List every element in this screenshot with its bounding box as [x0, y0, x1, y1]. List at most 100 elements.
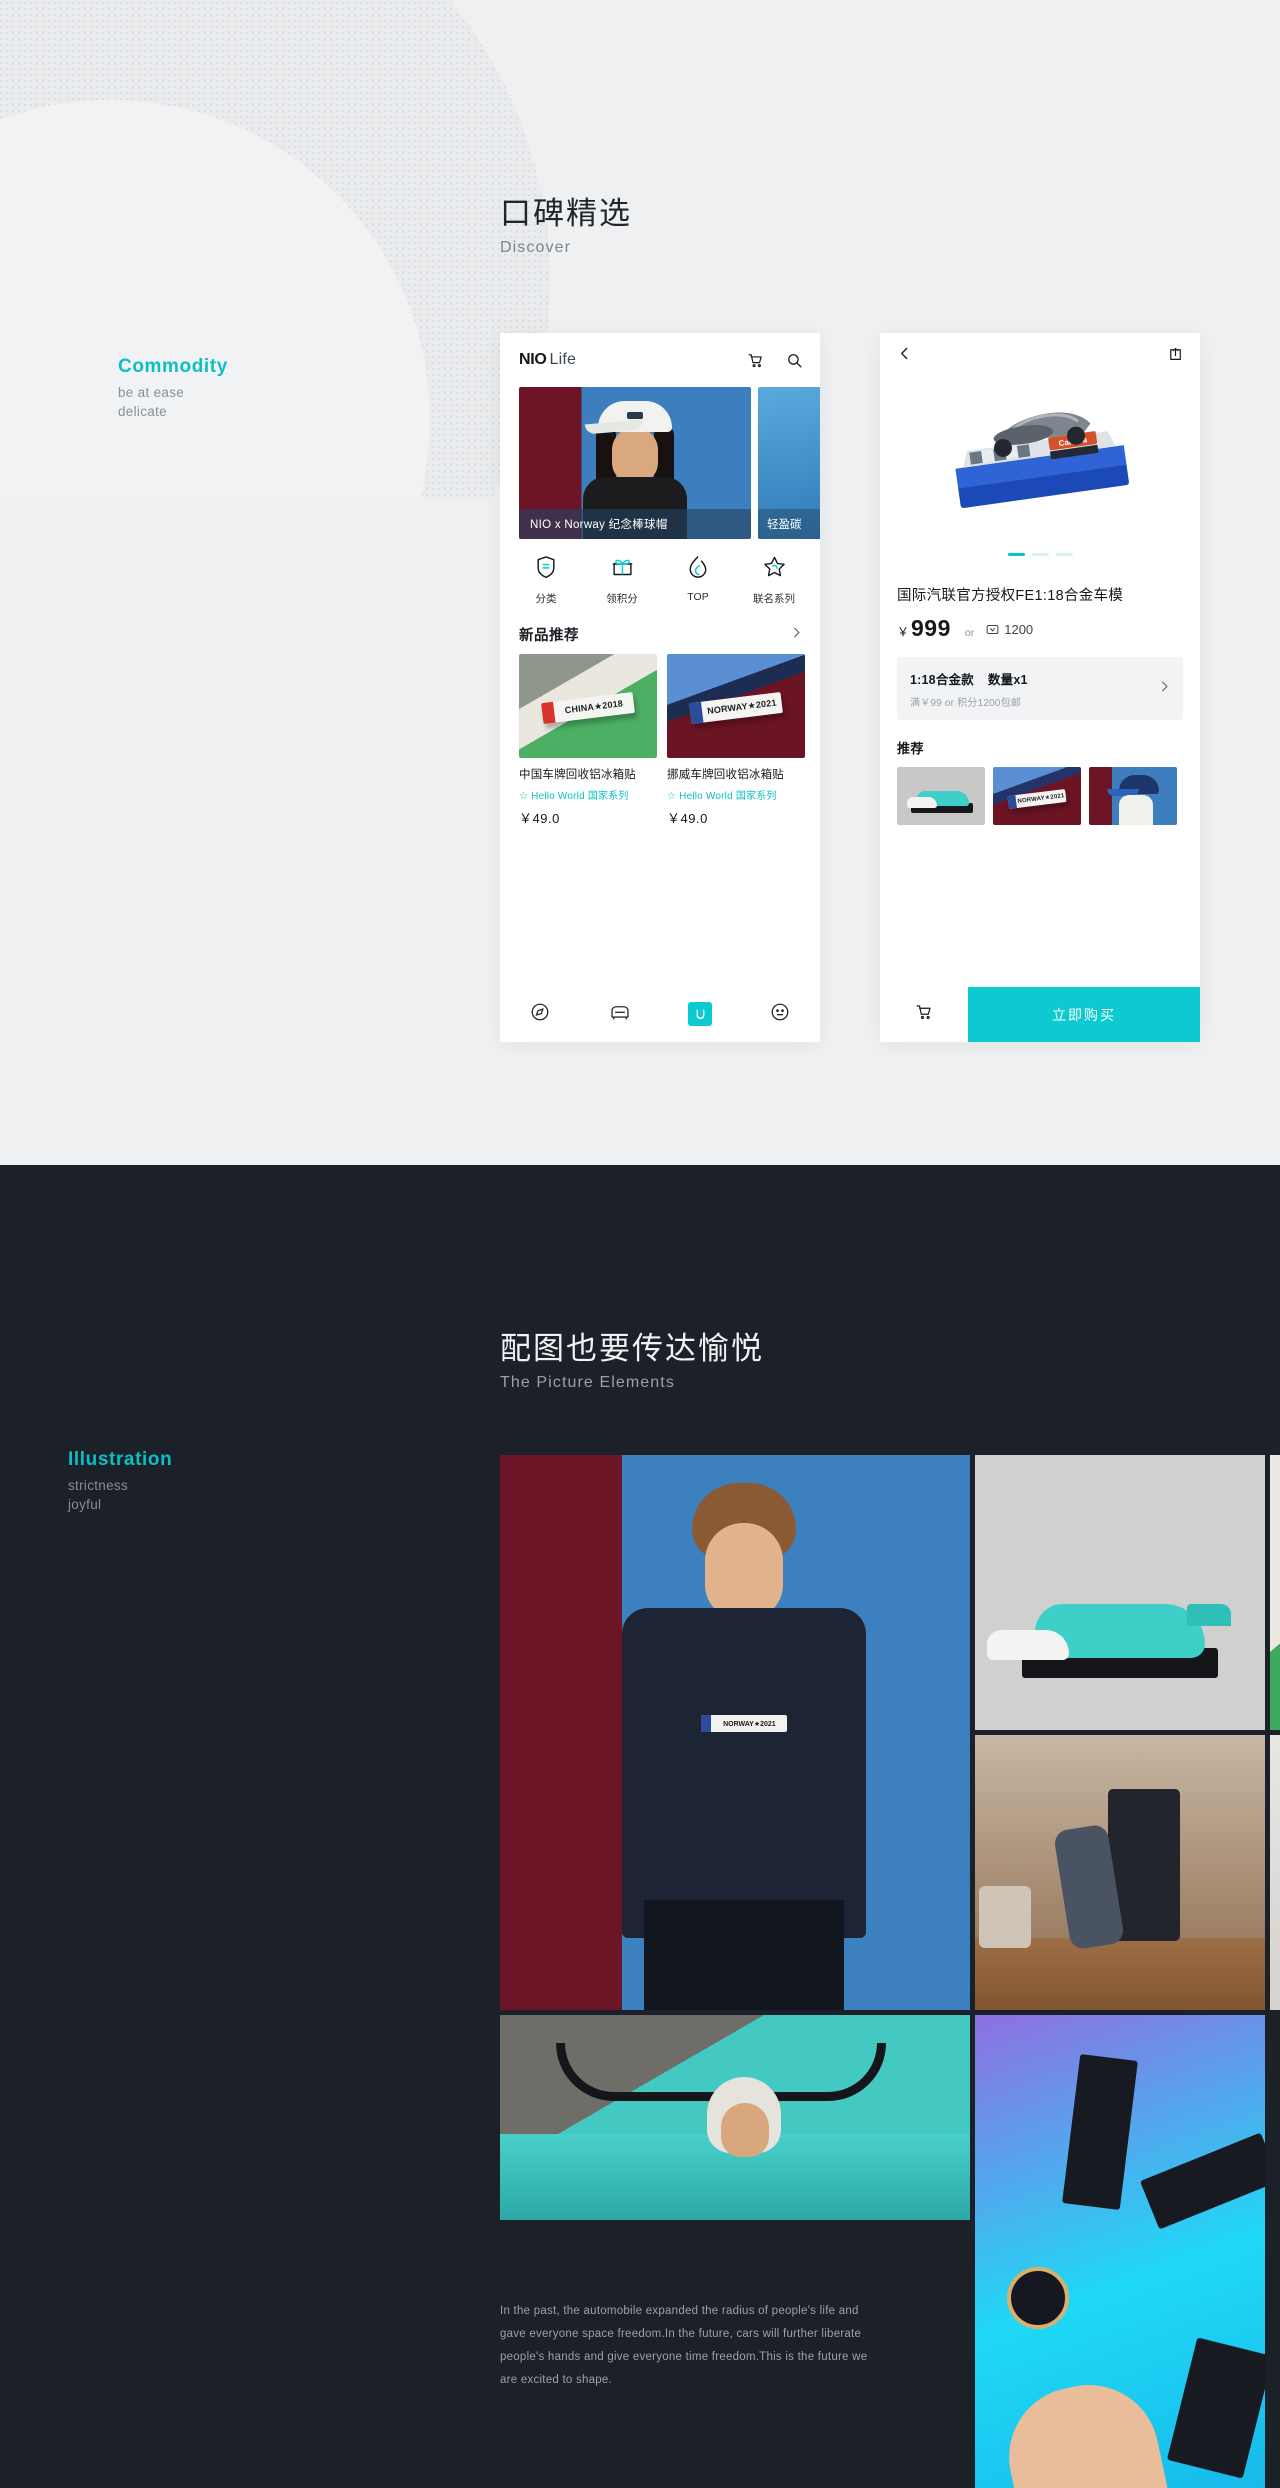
product-hero-image[interactable]: Carrera — [880, 379, 1200, 547]
product-card[interactable]: NORWAY★2021 挪威车牌回收铝冰箱贴 ☆ Hello World 国家系… — [667, 654, 805, 827]
commodity-label-title: Commodity — [118, 356, 228, 377]
cart-icon — [915, 1003, 933, 1026]
commodity-heading-en: Discover — [500, 239, 572, 257]
points-icon — [986, 624, 999, 635]
product-price: ￥49.0 — [519, 811, 560, 826]
flame-icon — [688, 555, 708, 584]
gallery-image-interior[interactable] — [1270, 1735, 1280, 2010]
banner-caption-2: 轻盈碳 — [758, 509, 820, 539]
recommend-item-diecast[interactable] — [897, 767, 985, 825]
new-arrivals-header: 新品推荐 — [500, 618, 820, 654]
category-label-points: 领积分 — [606, 593, 638, 605]
category-label-classify: 分类 — [535, 593, 557, 605]
product-title: 国际汽联官方授权FE1:18合金车模 — [897, 588, 1124, 604]
product-name: 中国车牌回收铝冰箱贴 — [519, 769, 636, 781]
price-or-label: or — [964, 627, 975, 639]
sku-qty: 数量x1 — [987, 673, 1028, 687]
carousel-indicator[interactable] — [880, 547, 1200, 556]
commodity-section: Commodity be at ease delicate 口碑精选 Disco… — [0, 0, 1280, 1165]
carousel-dot[interactable] — [1055, 553, 1073, 556]
car-icon — [609, 1002, 631, 1027]
banner-slide-1[interactable]: NIO x Norway 纪念棒球帽 — [519, 387, 751, 539]
illustration-side-label: Illustration strictness joyful — [68, 1448, 172, 1515]
profile-icon — [770, 1002, 790, 1027]
illustration-label-sub1: strictness — [68, 1477, 129, 1493]
chevron-left-icon[interactable] — [897, 346, 912, 366]
sku-spec: 1:18合金款 — [910, 673, 974, 687]
gallery-image-model[interactable]: NORWAY★2021 — [500, 1455, 970, 2010]
gift-icon — [611, 555, 634, 584]
product-price: ￥49.0 — [667, 811, 708, 826]
plate-text: CHINA★2018 — [564, 698, 624, 716]
recommend-list: NORWAY★2021 — [880, 757, 1200, 825]
tab-profile[interactable] — [740, 1002, 820, 1027]
category-item-collab[interactable]: 联名系列 — [736, 555, 812, 606]
new-arrivals-title: 新品推荐 — [519, 628, 579, 644]
sku-selector[interactable]: 1:18合金款 数量x1 满￥99 or 积分1200包邮 — [897, 657, 1183, 720]
commodity-label-sub2: delicate — [118, 404, 167, 420]
commodity-heading: 口碑精选 Discover — [500, 195, 632, 257]
carousel-dot-active[interactable] — [1007, 553, 1025, 556]
chevron-right-icon[interactable] — [790, 626, 803, 644]
cart-icon[interactable] — [747, 352, 764, 369]
phone-mockup-home: NIO Life NIO x Norway 纪念棒球帽 轻盈碳 分类 领积分 T… — [500, 333, 820, 1042]
buy-now-button[interactable]: 立即购买 — [968, 987, 1200, 1042]
tab-shop[interactable] — [660, 1002, 740, 1026]
page-root: Commodity be at ease delicate 口碑精选 Disco… — [0, 0, 1280, 2488]
category-nav: 分类 领积分 TOP 联名系列 — [500, 539, 820, 618]
banner-caption-1: NIO x Norway 纪念棒球帽 — [519, 509, 751, 539]
product-image: NORWAY★2021 — [667, 654, 805, 758]
recommend-item-cap[interactable] — [1089, 767, 1177, 825]
category-item-top[interactable]: TOP — [660, 555, 736, 606]
recommend-item-plate[interactable]: NORWAY★2021 — [993, 767, 1081, 825]
illustration-heading-cn: 配图也要传达愉悦 — [500, 1331, 764, 1366]
category-item-points[interactable]: 领积分 — [584, 555, 660, 606]
illustration-label-sub2: joyful — [68, 1497, 102, 1513]
banner-carousel[interactable]: NIO x Norway 纪念棒球帽 轻盈碳 — [500, 387, 820, 539]
illustration-footer-text: In the past, the automobile expanded the… — [500, 2305, 868, 2386]
gallery-image-green-plate[interactable] — [1270, 1455, 1280, 1730]
product-name: 挪威车牌回收铝冰箱贴 — [667, 769, 784, 781]
star-icon — [763, 555, 786, 584]
commodity-heading-cn: 口碑精选 — [500, 196, 632, 231]
carousel-dot[interactable] — [1031, 553, 1049, 556]
brand-name-light: Life — [549, 351, 577, 368]
price-points: 1200 — [986, 622, 1033, 637]
compass-icon — [530, 1002, 550, 1027]
product-price-row: ￥ 999 or 1200 — [880, 605, 1200, 642]
brand-name-bold: NIO — [519, 351, 547, 368]
tab-discover[interactable] — [500, 1002, 580, 1027]
plate-text: NORWAY★2021 — [706, 697, 778, 717]
product-tag: ☆ Hello World 国家系列 — [667, 791, 777, 802]
price-currency: ￥ — [897, 625, 910, 639]
category-item-classify[interactable]: 分类 — [508, 555, 584, 606]
illustration-section: 配图也要传达愉悦 The Picture Elements Illustrati… — [0, 1165, 1280, 2488]
gallery-image-gym[interactable] — [975, 1735, 1265, 2010]
gallery-image-keycaps[interactable] — [975, 2015, 1265, 2488]
category-label-collab: 联名系列 — [753, 593, 795, 605]
bottom-tab-bar — [500, 986, 820, 1042]
recommend-title: 推荐 — [897, 741, 925, 756]
product-image: CHINA★2018 — [519, 654, 657, 758]
shield-icon — [535, 555, 557, 584]
phone-mockup-detail: Carrera 国际汽联官方授权FE1:18合金车模 ￥ 999 — [880, 333, 1200, 1042]
category-label-top: TOP — [687, 591, 709, 603]
gallery-image-diecast[interactable] — [975, 1455, 1265, 1730]
price-amount: 999 — [911, 615, 951, 641]
share-icon[interactable] — [1168, 346, 1183, 367]
illustration-heading: 配图也要传达愉悦 The Picture Elements — [500, 1330, 764, 1392]
tab-car[interactable] — [580, 1002, 660, 1027]
detail-bottom-bar: 立即购买 — [880, 987, 1200, 1042]
sku-note: 满￥99 or 积分1200包邮 — [910, 698, 1022, 709]
cart-button[interactable] — [880, 987, 968, 1042]
search-icon[interactable] — [786, 352, 803, 369]
banner-slide-2[interactable]: 轻盈碳 — [758, 387, 820, 539]
app-logo: NIO Life — [519, 351, 576, 369]
detail-header — [880, 333, 1200, 379]
commodity-side-label: Commodity be at ease delicate — [118, 355, 228, 422]
illustration-heading-en: The Picture Elements — [500, 1374, 675, 1392]
chevron-right-icon[interactable] — [1158, 680, 1171, 698]
product-tag: ☆ Hello World 国家系列 — [519, 791, 629, 802]
product-card[interactable]: CHINA★2018 中国车牌回收铝冰箱贴 ☆ Hello World 国家系列… — [519, 654, 657, 827]
gallery-image-driver[interactable] — [500, 2015, 970, 2220]
